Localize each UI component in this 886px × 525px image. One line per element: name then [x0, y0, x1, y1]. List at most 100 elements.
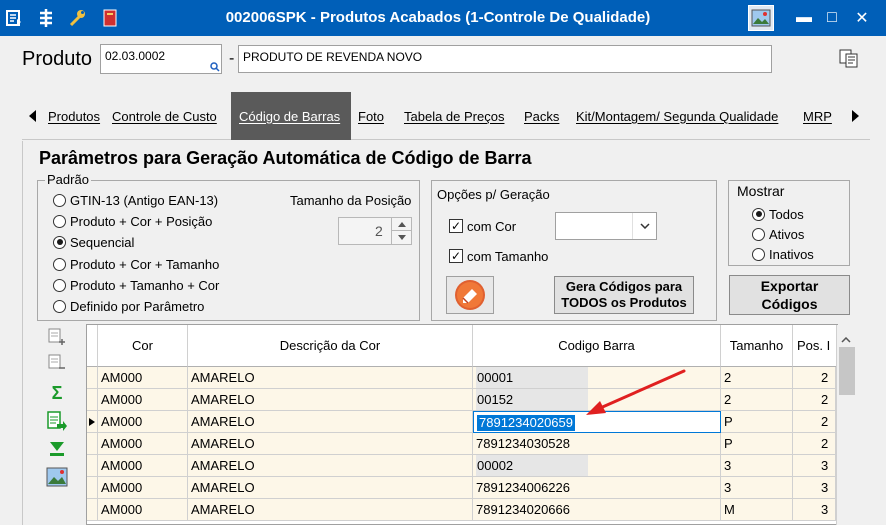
table-row[interactable]: AM000 AMARELO 7891234020666 M 3 — [87, 499, 836, 521]
scroll-up-icon[interactable] — [841, 331, 851, 346]
cell-tamanho[interactable]: M — [721, 499, 793, 521]
cell-descricao[interactable]: AMARELO — [188, 433, 473, 455]
cell-tamanho[interactable]: 3 — [721, 455, 793, 477]
minimize-button[interactable]: ▬ — [790, 6, 818, 30]
cell-descricao[interactable]: AMARELO — [188, 389, 473, 411]
radio-dot — [53, 299, 66, 313]
radio-produto-cor-tamanho[interactable]: Produto + Cor + Tamanho — [53, 254, 219, 274]
cell-tamanho[interactable]: 3 — [721, 477, 793, 499]
tab-packs[interactable]: Packs — [516, 92, 567, 140]
cell-descricao[interactable]: AMARELO — [188, 367, 473, 389]
cell-pos[interactable]: 2 — [793, 433, 836, 455]
table-row[interactable]: AM000 AMARELO 00152 2 2 — [87, 389, 836, 411]
cell-cor[interactable]: AM000 — [98, 433, 188, 455]
cell-descricao[interactable]: AMARELO — [188, 455, 473, 477]
exportar-codigos-button[interactable]: Exportar Códigos — [729, 275, 850, 315]
eraser-button[interactable] — [446, 276, 494, 314]
tree-icon[interactable] — [34, 6, 58, 30]
menu-icon[interactable] — [2, 6, 26, 30]
table-row[interactable]: AM000 AMARELO 00001 2 2 — [87, 367, 836, 389]
tab-codigo-de-barras[interactable]: Código de Barras — [231, 92, 351, 140]
spin-down-icon[interactable] — [391, 231, 411, 244]
cell-codigo-barra[interactable]: 00002 — [473, 455, 721, 477]
radio-dot — [53, 235, 66, 249]
cell-cor[interactable]: AM000 — [98, 499, 188, 521]
sigma-icon[interactable]: Σ — [44, 382, 70, 404]
image-icon[interactable] — [44, 466, 70, 488]
tab-mrp[interactable]: MRP — [795, 92, 840, 140]
book-icon[interactable] — [98, 6, 122, 30]
image-icon[interactable] — [748, 5, 774, 31]
checkbox-com-cor[interactable]: ✓ com Cor — [449, 216, 516, 236]
col-header-cor[interactable]: Cor — [98, 325, 188, 367]
codigo-barras-grid[interactable]: Cor Descrição da Cor Codigo Barra Tamanh… — [86, 324, 838, 525]
radio-sequencial[interactable]: Sequencial — [53, 232, 134, 252]
radio-inativos[interactable]: Inativos — [752, 244, 814, 264]
annotation-arrow-icon — [586, 369, 686, 415]
col-header-descricao[interactable]: Descrição da Cor — [188, 325, 473, 367]
cell-tamanho[interactable]: P — [721, 433, 793, 455]
tab-controle-de-custo[interactable]: Controle de Custo — [104, 92, 225, 140]
remove-row-icon[interactable] — [44, 352, 70, 374]
cell-cor[interactable]: AM000 — [98, 455, 188, 477]
cell-tamanho[interactable]: 2 — [721, 389, 793, 411]
add-row-icon[interactable] — [44, 326, 70, 348]
cell-descricao[interactable]: AMARELO — [188, 477, 473, 499]
cell-pos[interactable]: 2 — [793, 367, 836, 389]
wrench-icon[interactable] — [66, 6, 90, 30]
col-header-pos[interactable]: Pos. I — [793, 325, 837, 367]
cell-pos[interactable]: 3 — [793, 477, 836, 499]
cell-cor[interactable]: AM000 — [98, 389, 188, 411]
cell-pos[interactable]: 3 — [793, 499, 836, 521]
tab-tabela-de-precos[interactable]: Tabela de Preços — [396, 92, 512, 140]
radio-ativos[interactable]: Ativos — [752, 224, 804, 244]
cell-pos[interactable]: 2 — [793, 411, 836, 433]
col-header-tamanho[interactable]: Tamanho — [721, 325, 793, 367]
search-icon[interactable] — [210, 62, 220, 72]
table-row[interactable]: AM000 AMARELO 7891234006226 3 3 — [87, 477, 836, 499]
export-icon[interactable] — [44, 410, 70, 432]
gera-codigos-button[interactable]: Gera Códigos para TODOS os Produtos — [554, 276, 694, 314]
cell-descricao[interactable]: AMARELO — [188, 499, 473, 521]
radio-definido-por-parametro[interactable]: Definido por Parâmetro — [53, 296, 204, 316]
cell-tamanho[interactable]: 2 — [721, 367, 793, 389]
grid-vertical-scrollbar[interactable] — [836, 325, 856, 525]
close-button[interactable]: ✕ — [848, 6, 876, 30]
radio-todos[interactable]: Todos — [752, 204, 804, 224]
cell-tamanho[interactable]: P — [721, 411, 793, 433]
cell-descricao[interactable]: AMARELO — [188, 411, 473, 433]
produto-description-field[interactable]: PRODUTO DE REVENDA NOVO — [238, 45, 772, 73]
cell-cor[interactable]: AM000 — [98, 477, 188, 499]
cell-cor[interactable]: AM000 — [98, 367, 188, 389]
produto-code-field[interactable]: 02.03.0002 — [100, 44, 222, 74]
spin-up-icon[interactable] — [391, 218, 411, 231]
col-header-codigo-barra[interactable]: Codigo Barra — [473, 325, 721, 367]
maximize-button[interactable]: □ — [818, 6, 846, 30]
cell-codigo-barra[interactable]: 7891234030528 — [473, 433, 721, 455]
scroll-thumb[interactable] — [839, 347, 855, 395]
radio-produto-cor-posicao[interactable]: Produto + Cor + Posição — [53, 211, 212, 231]
tab-kit-montagem[interactable]: Kit/Montagem/ Segunda Qualidade — [568, 92, 786, 140]
cell-cor[interactable]: AM000 — [98, 411, 188, 433]
checkbox-com-tamanho[interactable]: ✓ com Tamanho — [449, 246, 548, 266]
table-row[interactable]: AM000 AMARELO 7891234030528 P 2 — [87, 433, 836, 455]
cor-select[interactable] — [555, 212, 657, 240]
copy-icon[interactable] — [838, 48, 862, 70]
cell-pos[interactable]: 3 — [793, 455, 836, 477]
radio-produto-tamanho-cor[interactable]: Produto + Tamanho + Cor — [53, 275, 219, 295]
tab-produtos[interactable]: Produtos — [40, 92, 108, 140]
tamanho-posicao-spinner[interactable]: 2 — [338, 217, 412, 245]
tab-scroll-right-button[interactable] — [846, 104, 864, 128]
chevron-down-icon[interactable] — [632, 213, 656, 239]
row-indicator — [87, 367, 98, 389]
cell-codigo-barra[interactable]: 7891234020666 — [473, 499, 721, 521]
download-icon[interactable] — [44, 438, 70, 460]
radio-gtin13[interactable]: GTIN-13 (Antigo EAN-13) — [53, 190, 218, 210]
radio-label: GTIN-13 (Antigo EAN-13) — [70, 192, 219, 208]
tab-bar: Produtos Controle de Custo Código de Bar… — [22, 92, 870, 140]
cell-codigo-barra[interactable]: 7891234006226 — [473, 477, 721, 499]
table-row[interactable]: AM000 AMARELO 00002 3 3 — [87, 455, 836, 477]
table-row-selected[interactable]: AM000 AMARELO 7891234020659 P 2 — [87, 411, 836, 433]
cell-pos[interactable]: 2 — [793, 389, 836, 411]
tab-foto[interactable]: Foto — [350, 92, 392, 140]
